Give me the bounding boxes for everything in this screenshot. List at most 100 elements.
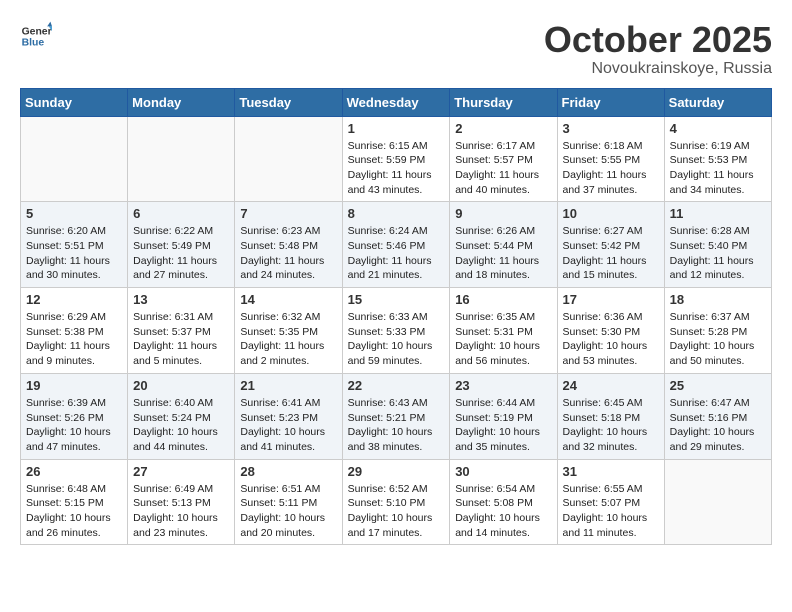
day-cell: 25 Sunrise: 6:47 AM Sunset: 5:16 PM Dayli… [664, 373, 771, 459]
day-cell: 20 Sunrise: 6:40 AM Sunset: 5:24 PM Dayli… [128, 373, 235, 459]
day-cell: 18Sunrise: 6:37 AM Sunset: 5:28 PM Dayli… [664, 288, 771, 374]
day-number: 24 [563, 378, 659, 393]
day-info: Sunrise: 6:29 AM Sunset: 5:38 PM Dayligh… [26, 310, 122, 369]
weekday-header-friday: Friday [557, 88, 664, 116]
day-number: 22 [348, 378, 445, 393]
day-number: 3 [563, 121, 659, 136]
week-row-4: 19Sunrise: 6:39 AM Sunset: 5:26 PM Dayli… [21, 373, 772, 459]
day-info: Sunrise: 6:33 AM Sunset: 5:33 PM Dayligh… [348, 310, 445, 369]
day-info: Sunrise: 6:55 AM Sunset: 5:07 PM Dayligh… [563, 482, 659, 541]
day-number: 26 [26, 464, 122, 479]
day-number: 15 [348, 292, 445, 307]
day-info: Sunrise: 6:31 AM Sunset: 5:37 PM Dayligh… [133, 310, 229, 369]
day-number: 30 [455, 464, 551, 479]
day-number: 31 [563, 464, 659, 479]
weekday-header-wednesday: Wednesday [342, 88, 450, 116]
day-cell: 28 Sunrise: 6:51 AM Sunset: 5:11 PM Dayli… [235, 459, 342, 545]
day-info: Sunrise: 6:44 AM Sunset: 5:19 PM Dayligh… [455, 396, 551, 455]
day-cell [128, 116, 235, 202]
day-info: Sunrise: 6:24 AM Sunset: 5:46 PM Dayligh… [348, 224, 445, 283]
day-info: Sunrise: 6:18 AM Sunset: 5:55 PM Dayligh… [563, 139, 659, 198]
week-row-3: 12 Sunrise: 6:29 AM Sunset: 5:38 PM Dayli… [21, 288, 772, 374]
day-cell: 8Sunrise: 6:24 AM Sunset: 5:46 PM Daylig… [342, 202, 450, 288]
day-cell: 6Sunrise: 6:22 AM Sunset: 5:49 PM Daylig… [128, 202, 235, 288]
day-info: Sunrise: 6:28 AM Sunset: 5:40 PM Dayligh… [670, 224, 766, 283]
day-cell: 12 Sunrise: 6:29 AM Sunset: 5:38 PM Dayli… [21, 288, 128, 374]
day-cell: 15 Sunrise: 6:33 AM Sunset: 5:33 PM Dayli… [342, 288, 450, 374]
svg-text:General: General [22, 26, 52, 37]
day-info: Sunrise: 6:39 AM Sunset: 5:26 PM Dayligh… [26, 396, 122, 455]
location-title: Novoukrainskoye, Russia [544, 60, 772, 78]
day-number: 29 [348, 464, 445, 479]
day-number: 9 [455, 206, 551, 221]
day-number: 13 [133, 292, 229, 307]
day-number: 2 [455, 121, 551, 136]
day-info: Sunrise: 6:35 AM Sunset: 5:31 PM Dayligh… [455, 310, 551, 369]
day-number: 17 [563, 292, 659, 307]
day-number: 28 [240, 464, 336, 479]
day-info: Sunrise: 6:19 AM Sunset: 5:53 PM Dayligh… [670, 139, 766, 198]
day-info: Sunrise: 6:47 AM Sunset: 5:16 PM Dayligh… [670, 396, 766, 455]
day-cell: 24 Sunrise: 6:45 AM Sunset: 5:18 PM Dayli… [557, 373, 664, 459]
day-cell: 9Sunrise: 6:26 AM Sunset: 5:44 PM Daylig… [450, 202, 557, 288]
day-cell: 14 Sunrise: 6:32 AM Sunset: 5:35 PM Dayli… [235, 288, 342, 374]
day-number: 6 [133, 206, 229, 221]
day-number: 5 [26, 206, 122, 221]
day-info: Sunrise: 6:23 AM Sunset: 5:48 PM Dayligh… [240, 224, 336, 283]
weekday-header-row: SundayMondayTuesdayWednesdayThursdayFrid… [21, 88, 772, 116]
day-info: Sunrise: 6:43 AM Sunset: 5:21 PM Dayligh… [348, 396, 445, 455]
day-cell: 21 Sunrise: 6:41 AM Sunset: 5:23 PM Dayli… [235, 373, 342, 459]
day-cell [235, 116, 342, 202]
header: General Blue October 2025 Novoukrainskoy… [20, 20, 772, 78]
day-number: 25 [670, 378, 766, 393]
day-info: Sunrise: 6:40 AM Sunset: 5:24 PM Dayligh… [133, 396, 229, 455]
day-number: 7 [240, 206, 336, 221]
day-info: Sunrise: 6:20 AM Sunset: 5:51 PM Dayligh… [26, 224, 122, 283]
week-row-1: 1 Sunrise: 6:15 AM Sunset: 5:59 PM Daylig… [21, 116, 772, 202]
day-number: 18 [670, 292, 766, 307]
day-info: Sunrise: 6:52 AM Sunset: 5:10 PM Dayligh… [348, 482, 445, 541]
day-cell [21, 116, 128, 202]
day-info: Sunrise: 6:41 AM Sunset: 5:23 PM Dayligh… [240, 396, 336, 455]
day-cell: 19Sunrise: 6:39 AM Sunset: 5:26 PM Dayli… [21, 373, 128, 459]
day-cell: 4 Sunrise: 6:19 AM Sunset: 5:53 PM Daylig… [664, 116, 771, 202]
day-info: Sunrise: 6:32 AM Sunset: 5:35 PM Dayligh… [240, 310, 336, 369]
weekday-header-monday: Monday [128, 88, 235, 116]
day-number: 1 [348, 121, 445, 136]
day-cell: 1 Sunrise: 6:15 AM Sunset: 5:59 PM Daylig… [342, 116, 450, 202]
week-row-2: 5 Sunrise: 6:20 AM Sunset: 5:51 PM Daylig… [21, 202, 772, 288]
day-number: 20 [133, 378, 229, 393]
day-info: Sunrise: 6:17 AM Sunset: 5:57 PM Dayligh… [455, 139, 551, 198]
week-row-5: 26Sunrise: 6:48 AM Sunset: 5:15 PM Dayli… [21, 459, 772, 545]
day-info: Sunrise: 6:45 AM Sunset: 5:18 PM Dayligh… [563, 396, 659, 455]
day-info: Sunrise: 6:15 AM Sunset: 5:59 PM Dayligh… [348, 139, 445, 198]
day-cell: 27Sunrise: 6:49 AM Sunset: 5:13 PM Dayli… [128, 459, 235, 545]
weekday-header-saturday: Saturday [664, 88, 771, 116]
month-title: October 2025 [544, 20, 772, 60]
weekday-header-tuesday: Tuesday [235, 88, 342, 116]
day-cell: 10Sunrise: 6:27 AM Sunset: 5:42 PM Dayli… [557, 202, 664, 288]
day-number: 14 [240, 292, 336, 307]
day-number: 21 [240, 378, 336, 393]
day-cell: 31 Sunrise: 6:55 AM Sunset: 5:07 PM Dayli… [557, 459, 664, 545]
logo-icon: General Blue [20, 20, 52, 52]
day-cell: 5 Sunrise: 6:20 AM Sunset: 5:51 PM Daylig… [21, 202, 128, 288]
day-info: Sunrise: 6:51 AM Sunset: 5:11 PM Dayligh… [240, 482, 336, 541]
day-number: 4 [670, 121, 766, 136]
day-cell: 2 Sunrise: 6:17 AM Sunset: 5:57 PM Daylig… [450, 116, 557, 202]
day-cell: 29 Sunrise: 6:52 AM Sunset: 5:10 PM Dayli… [342, 459, 450, 545]
day-cell: 17Sunrise: 6:36 AM Sunset: 5:30 PM Dayli… [557, 288, 664, 374]
day-number: 16 [455, 292, 551, 307]
svg-text:Blue: Blue [22, 38, 45, 49]
day-info: Sunrise: 6:54 AM Sunset: 5:08 PM Dayligh… [455, 482, 551, 541]
title-block: October 2025 Novoukrainskoye, Russia [544, 20, 772, 78]
day-number: 12 [26, 292, 122, 307]
day-number: 11 [670, 206, 766, 221]
day-cell: 3 Sunrise: 6:18 AM Sunset: 5:55 PM Daylig… [557, 116, 664, 202]
day-cell: 13 Sunrise: 6:31 AM Sunset: 5:37 PM Dayli… [128, 288, 235, 374]
day-info: Sunrise: 6:27 AM Sunset: 5:42 PM Dayligh… [563, 224, 659, 283]
day-cell: 7 Sunrise: 6:23 AM Sunset: 5:48 PM Daylig… [235, 202, 342, 288]
day-cell: 23Sunrise: 6:44 AM Sunset: 5:19 PM Dayli… [450, 373, 557, 459]
day-number: 27 [133, 464, 229, 479]
day-cell: 16 Sunrise: 6:35 AM Sunset: 5:31 PM Dayli… [450, 288, 557, 374]
